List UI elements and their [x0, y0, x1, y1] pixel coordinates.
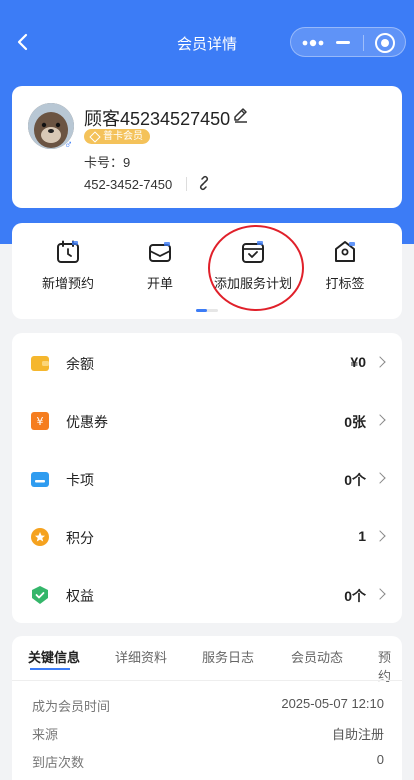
coupon-icon: ¥: [31, 412, 49, 430]
info-label: 到店次数: [32, 755, 85, 770]
gender-male-icon: ♂: [64, 137, 73, 151]
list-item-label: 优惠券: [66, 414, 108, 430]
chevron-right-icon: [374, 414, 386, 426]
list-item-balance[interactable]: 余额 ¥0: [12, 334, 402, 392]
tab-key-info[interactable]: 关键信息: [28, 647, 80, 666]
tab-details[interactable]: 详细资料: [115, 647, 167, 666]
info-row-source: 来源 自助注册: [32, 724, 384, 743]
more-dots-icon[interactable]: [300, 34, 326, 52]
tab-member-activity[interactable]: 会员动态: [291, 647, 343, 666]
chevron-right-icon: [374, 472, 386, 484]
shield-icon: [32, 586, 48, 604]
order-box-icon: [149, 242, 171, 262]
action-label: 打标签: [325, 276, 365, 291]
active-tab-underline: [30, 668, 70, 670]
action-label: 开单: [146, 276, 173, 291]
list-item-label: 卡项: [66, 472, 94, 488]
action-label: 新增预约: [41, 276, 94, 291]
info-row-member-since: 成为会员时间 2025-05-07 12:10: [32, 696, 384, 715]
list-item-label: 积分: [66, 530, 94, 546]
close-target-icon[interactable]: [375, 33, 395, 53]
info-tabs-card: 关键信息 详细资料 服务日志 会员动态 预约 成为会员时间 2025-05-07…: [12, 636, 402, 780]
calendar-add-icon: [57, 240, 79, 263]
phone-divider: [186, 177, 187, 191]
tag-icon: [335, 241, 355, 262]
list-item-label: 余额: [66, 356, 94, 372]
list-item-coupons[interactable]: ¥ 优惠券 0张: [12, 392, 402, 450]
action-new-appointment[interactable]: 新增预约: [18, 239, 118, 292]
page-indicator: [196, 309, 218, 312]
list-item-value: 1: [358, 528, 366, 544]
action-open-order[interactable]: 开单: [110, 239, 210, 292]
info-row-visit-count: 到店次数 0: [32, 752, 384, 771]
list-item-value: 0张: [344, 414, 366, 430]
svg-text:¥: ¥: [37, 415, 44, 428]
red-highlight-circle: [208, 225, 304, 311]
points-icon: [31, 528, 49, 546]
list-item-cards[interactable]: 卡项 0个: [12, 450, 402, 508]
chevron-right-icon: [374, 356, 386, 368]
card-icon: [31, 472, 49, 487]
list-item-value: 0个: [344, 472, 366, 488]
assets-list-card: 余额 ¥0 ¥ 优惠券 0张 卡项 0个 积分 1 权益 0个: [12, 333, 402, 623]
mini-program-capsule: [290, 27, 406, 57]
info-value: 2025-05-07 12:10: [281, 696, 384, 711]
tab-service-log[interactable]: 服务日志: [202, 647, 254, 666]
member-level-label: 普卡会员: [103, 131, 143, 142]
list-item-benefits[interactable]: 权益 0个: [12, 566, 402, 624]
action-add-tag[interactable]: 打标签: [295, 239, 395, 292]
info-value: 0: [376, 752, 384, 767]
list-item-value: ¥0: [350, 354, 366, 370]
minimize-icon[interactable]: [336, 41, 350, 44]
list-item-label: 权益: [66, 588, 94, 604]
info-label: 成为会员时间: [32, 699, 111, 714]
capsule-divider: [363, 35, 364, 51]
customer-name: 顾客45234527450: [84, 109, 231, 129]
tab-divider: [12, 680, 402, 681]
chevron-right-icon: [374, 588, 386, 600]
card-number: 卡号：9: [84, 155, 131, 170]
profile-card: ♂ 顾客45234527450 普卡会员 卡号：9 452-3452-7450: [12, 86, 402, 208]
list-item-value: 0个: [344, 588, 366, 604]
edit-pencil-icon[interactable]: [232, 106, 250, 124]
navigation-bar: 会员详情: [0, 0, 414, 84]
list-item-points[interactable]: 积分 1: [12, 508, 402, 566]
info-value: 自助注册: [331, 727, 384, 742]
quick-actions-card: 新增预约 开单 添加服务计划 打标签: [12, 223, 402, 319]
wallet-icon: [31, 356, 49, 371]
diamond-icon: [89, 130, 101, 143]
phone-number: 452-3452-7450: [84, 177, 173, 192]
member-level-badge: 普卡会员: [84, 129, 150, 144]
info-label: 来源: [32, 727, 59, 742]
link-icon[interactable]: [196, 175, 212, 191]
chevron-right-icon: [374, 530, 386, 542]
